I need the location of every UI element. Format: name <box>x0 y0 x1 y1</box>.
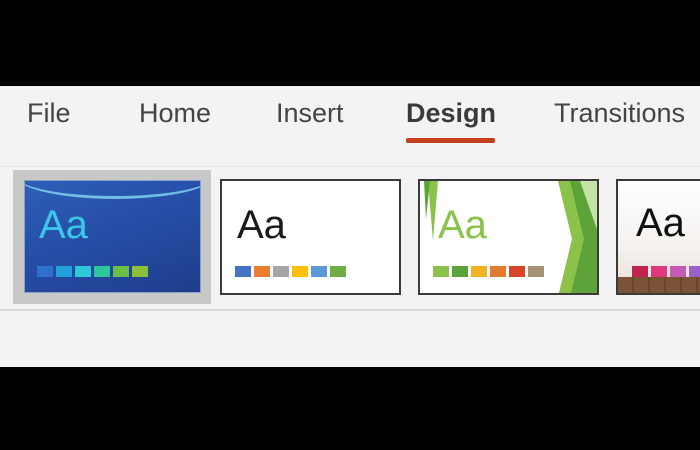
theme-thumbnail-1[interactable]: Aa <box>24 180 201 293</box>
color-swatch <box>689 266 700 277</box>
tab-home[interactable]: Home <box>139 98 211 129</box>
color-swatch <box>292 266 308 277</box>
theme-thumbnail-4[interactable]: Aa <box>616 179 700 295</box>
theme-color-swatches <box>37 266 148 277</box>
color-swatch <box>528 266 544 277</box>
theme-thumbnail-2[interactable]: Aa <box>220 179 401 295</box>
tab-insert[interactable]: Insert <box>276 98 344 129</box>
ribbon-tabs: File Home Insert Design Transitions <box>0 86 700 152</box>
tab-transitions[interactable]: Transitions <box>554 98 685 129</box>
tab-file[interactable]: File <box>27 98 71 129</box>
color-swatch <box>56 266 72 277</box>
theme-decoration <box>25 181 200 199</box>
active-tab-indicator <box>406 138 495 143</box>
tab-design[interactable]: Design <box>406 98 496 129</box>
color-swatch <box>490 266 506 277</box>
color-swatch <box>509 266 525 277</box>
color-swatch <box>75 266 91 277</box>
color-swatch <box>94 266 110 277</box>
color-swatch <box>651 266 667 277</box>
theme-color-swatches <box>433 266 544 277</box>
color-swatch <box>37 266 53 277</box>
theme-color-swatches <box>632 266 700 277</box>
theme-color-swatches <box>235 266 346 277</box>
color-swatch <box>254 266 270 277</box>
color-swatch <box>273 266 289 277</box>
theme-sample-text: Aa <box>39 203 88 247</box>
color-swatch <box>330 266 346 277</box>
color-swatch <box>113 266 129 277</box>
theme-sample-text: Aa <box>237 203 286 247</box>
color-swatch <box>452 266 468 277</box>
theme-sample-text: Aa <box>438 203 487 247</box>
color-swatch <box>311 266 327 277</box>
theme-decoration <box>618 277 700 293</box>
color-swatch <box>132 266 148 277</box>
color-swatch <box>471 266 487 277</box>
color-swatch <box>632 266 648 277</box>
theme-sample-text: Aa <box>636 201 685 245</box>
color-swatch <box>235 266 251 277</box>
color-swatch <box>433 266 449 277</box>
color-swatch <box>670 266 686 277</box>
theme-thumbnail-3[interactable]: Aa <box>418 179 599 295</box>
